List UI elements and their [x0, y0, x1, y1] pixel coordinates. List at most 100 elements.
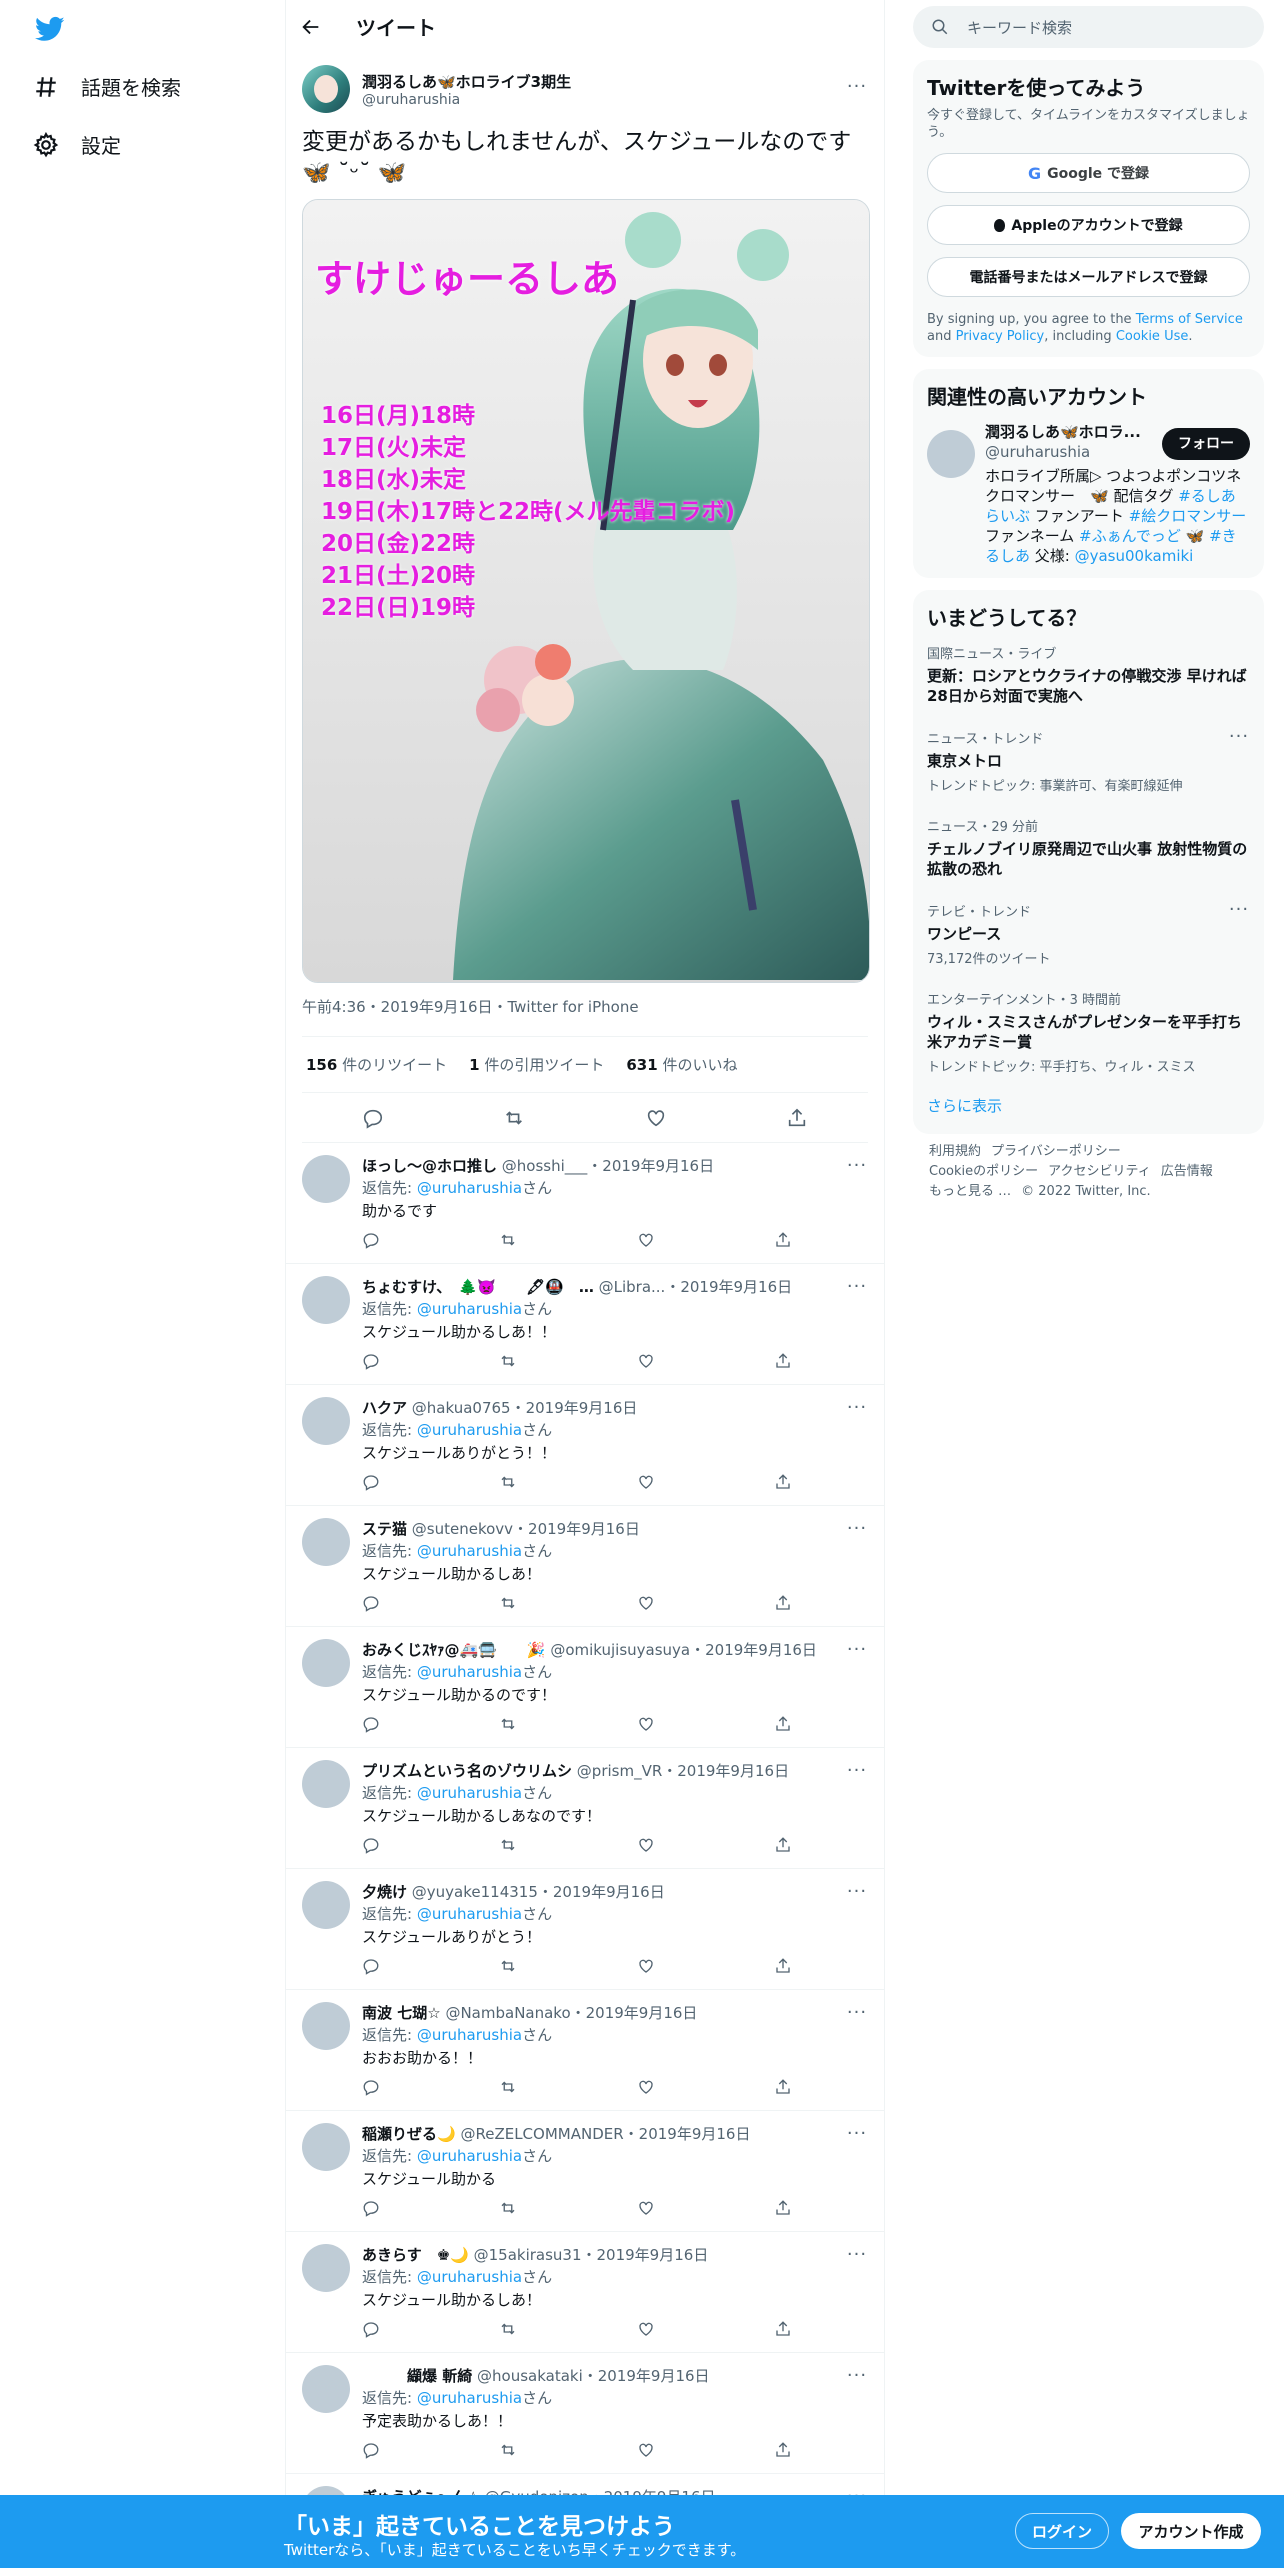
- more-options-icon[interactable]: ···: [846, 1641, 868, 1663]
- nav-explore[interactable]: 話題を検索: [33, 72, 181, 101]
- share-icon[interactable]: [774, 1594, 792, 1612]
- retweet-icon[interactable]: [499, 1352, 517, 1370]
- like-icon[interactable]: [637, 1231, 655, 1249]
- more-options-icon[interactable]: ···: [1228, 901, 1250, 923]
- more-options-icon[interactable]: ···: [846, 1157, 868, 1179]
- apple-signup-button[interactable]: Appleのアカウントで登録: [927, 205, 1250, 245]
- tweet-image[interactable]: すけじゅーるしあ 16日(月)18時 17日(火)未定 18日(水)未定 19日…: [302, 199, 870, 983]
- reply-icon[interactable]: [362, 2320, 380, 2338]
- retweet-icon[interactable]: [499, 1473, 517, 1491]
- reply-tweet[interactable]: 稲瀬りぜる🌙 @ReZELCOMMANDER・2019年9月16日 返信先: @u…: [286, 2111, 884, 2232]
- reply-tweet[interactable]: 夕焼け @yuyake114315・2019年9月16日 返信先: @uruhar…: [286, 1869, 884, 1990]
- reply-author-name[interactable]: ステ猫: [362, 1520, 407, 1538]
- reply-tweet[interactable]: 南波 七瑚☆ @NambaNanako・2019年9月16日 返信先: @uruh…: [286, 1990, 884, 2111]
- footer-link[interactable]: プライバシーポリシー: [991, 1144, 1121, 1159]
- retweet-icon[interactable]: [499, 1957, 517, 1975]
- reply-tweet[interactable]: ほっし〜@ホロ推し @hosshi___・2019年9月16日 返信先: @uru…: [286, 1143, 884, 1264]
- reply-tweet[interactable]: おみくじｽﾔｧ@🚑🚍 🎉 @omikujisuyasuya・2019年9月16日…: [286, 1627, 884, 1748]
- like-icon[interactable]: [637, 2320, 655, 2338]
- trend-item[interactable]: テレビ・トレンド ワンピース 73,172件のツイート ···: [927, 889, 1250, 977]
- reply-author-name[interactable]: ハクア: [362, 1399, 407, 1417]
- reply-tweet[interactable]: あきらす ♚🌙 @15akirasu31・2019年9月16日 返信先: @uru…: [286, 2232, 884, 2353]
- share-icon[interactable]: [774, 1352, 792, 1370]
- reply-icon[interactable]: [362, 1715, 380, 1733]
- mention-link[interactable]: @yasu00kamiki: [1075, 547, 1194, 565]
- trend-item[interactable]: エンターテインメント・3 時間前 ウィル・スミスさんがプレゼンターを平手打ち 米ア…: [927, 977, 1250, 1085]
- reply-author-name[interactable]: プリズムという名のゾウリムシ: [362, 1762, 572, 1780]
- nav-settings[interactable]: 設定: [33, 130, 121, 159]
- retweet-count-link[interactable]: 156 件のリツイート: [306, 1054, 447, 1075]
- reply-author-name[interactable]: 夕焼け: [362, 1883, 407, 1901]
- show-more-link[interactable]: さらに表示: [927, 1085, 1250, 1122]
- like-icon[interactable]: [637, 2441, 655, 2459]
- more-options-icon[interactable]: ···: [846, 78, 868, 100]
- avatar[interactable]: [302, 65, 350, 113]
- reply-icon[interactable]: [362, 2199, 380, 2217]
- more-options-icon[interactable]: ···: [846, 1520, 868, 1542]
- search-input[interactable]: キーワード検索: [967, 17, 1072, 38]
- phone-signup-button[interactable]: 電話番号またはメールアドレスで登録: [927, 257, 1250, 297]
- tweet-meta[interactable]: 午前4:36・2019年9月16日・Twitter for iPhone: [302, 997, 868, 1037]
- mention-link[interactable]: @uruharushia: [417, 1663, 522, 1681]
- like-icon[interactable]: [645, 1107, 667, 1129]
- login-button[interactable]: ログイン: [1015, 2513, 1109, 2549]
- reply-icon[interactable]: [362, 1231, 380, 1249]
- like-count-link[interactable]: 631 件のいいね: [626, 1054, 737, 1075]
- reply-tweet[interactable]: ステ猫 @sutenekovv・2019年9月16日 返信先: @uruharus…: [286, 1506, 884, 1627]
- more-options-icon[interactable]: ···: [1228, 728, 1250, 750]
- share-icon[interactable]: [774, 1836, 792, 1854]
- twitter-logo-icon[interactable]: [33, 14, 67, 44]
- avatar[interactable]: [302, 2123, 350, 2171]
- mention-link[interactable]: @uruharushia: [417, 2268, 522, 2286]
- mention-link[interactable]: @uruharushia: [417, 1421, 522, 1439]
- mention-link[interactable]: @uruharushia: [417, 1179, 522, 1197]
- more-options-icon[interactable]: ···: [846, 2367, 868, 2389]
- footer-more-link[interactable]: もっと見る …: [929, 1184, 1011, 1199]
- avatar[interactable]: [302, 2365, 350, 2413]
- privacy-link[interactable]: Privacy Policy: [956, 329, 1045, 344]
- share-icon[interactable]: [774, 2199, 792, 2217]
- like-icon[interactable]: [637, 2199, 655, 2217]
- avatar[interactable]: [302, 1276, 350, 1324]
- reply-icon[interactable]: [362, 1352, 380, 1370]
- share-icon[interactable]: [774, 1473, 792, 1491]
- cookie-link[interactable]: Cookie Use: [1116, 329, 1189, 344]
- mention-link[interactable]: @uruharushia: [417, 1905, 522, 1923]
- share-icon[interactable]: [774, 2320, 792, 2338]
- reply-icon[interactable]: [362, 2441, 380, 2459]
- share-icon[interactable]: [786, 1107, 808, 1129]
- like-icon[interactable]: [637, 1715, 655, 1733]
- share-icon[interactable]: [774, 1715, 792, 1733]
- search-box[interactable]: キーワード検索: [913, 6, 1264, 48]
- more-options-icon[interactable]: ···: [846, 1883, 868, 1905]
- reply-author-name[interactable]: あきらす ♚🌙: [362, 2246, 469, 2264]
- retweet-icon[interactable]: [503, 1107, 525, 1129]
- reply-icon[interactable]: [362, 1836, 380, 1854]
- retweet-icon[interactable]: [499, 1715, 517, 1733]
- mention-link[interactable]: @uruharushia: [417, 1784, 522, 1802]
- retweet-icon[interactable]: [499, 2078, 517, 2096]
- avatar[interactable]: [302, 1760, 350, 1808]
- reply-icon[interactable]: [362, 1473, 380, 1491]
- retweet-icon[interactable]: [499, 2199, 517, 2217]
- tos-link[interactable]: Terms of Service: [1136, 312, 1243, 327]
- share-icon[interactable]: [774, 1231, 792, 1249]
- trend-item[interactable]: ニュース・トレンド 東京メトロ トレンドトピック: 事業許可、有楽町線延伸 ···: [927, 716, 1250, 804]
- avatar[interactable]: [927, 430, 975, 478]
- reply-icon[interactable]: [362, 2078, 380, 2096]
- mention-link[interactable]: @uruharushia: [417, 2026, 522, 2044]
- footer-link[interactable]: Cookieのポリシー: [929, 1164, 1038, 1179]
- like-icon[interactable]: [637, 1473, 655, 1491]
- google-signup-button[interactable]: G Google で登録: [927, 153, 1250, 193]
- hashtag-link[interactable]: #ふぁんでっど: [1079, 527, 1181, 545]
- more-options-icon[interactable]: ···: [846, 2004, 868, 2026]
- reply-author-name[interactable]: 南波 七瑚☆: [362, 2004, 441, 2022]
- like-icon[interactable]: [637, 1594, 655, 1612]
- trend-item[interactable]: 国際ニュース・ライブ 更新：ロシアとウクライナの停戦交渉 早ければ28日から対面で…: [927, 631, 1250, 716]
- reply-author-name[interactable]: 纈爆 斬綺: [362, 2367, 472, 2385]
- footer-link[interactable]: 広告情報: [1161, 1164, 1213, 1179]
- quote-count-link[interactable]: 1 件の引用ツイート: [469, 1054, 604, 1075]
- retweet-icon[interactable]: [499, 1594, 517, 1612]
- reply-icon[interactable]: [362, 1594, 380, 1612]
- reply-author-name[interactable]: 稲瀬りぜる🌙: [362, 2125, 456, 2143]
